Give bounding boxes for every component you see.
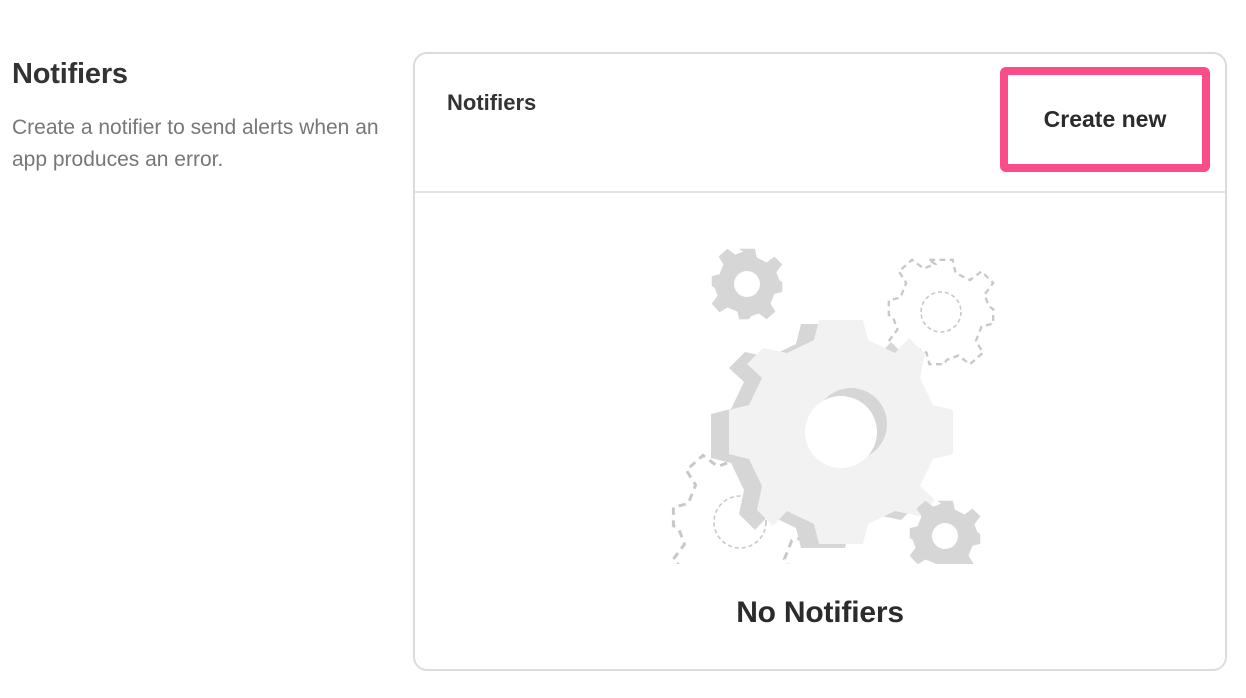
notifiers-card: Notifiers Create new No Notifiers (413, 52, 1227, 671)
gears-icon (671, 248, 995, 564)
card-header: Notifiers Create new (415, 54, 1225, 193)
notifiers-intro: Notifiers Create a notifier to send aler… (12, 56, 382, 176)
create-new-button[interactable]: Create new (1000, 67, 1210, 172)
card-title: Notifiers (447, 90, 537, 115)
section-title: Notifiers (12, 58, 128, 90)
section-description: Create a notifier to send alerts when an… (12, 116, 379, 171)
notifiers-settings-page: Notifiers Create a notifier to send aler… (0, 0, 1246, 698)
empty-state-text: No Notifiers (736, 596, 904, 629)
